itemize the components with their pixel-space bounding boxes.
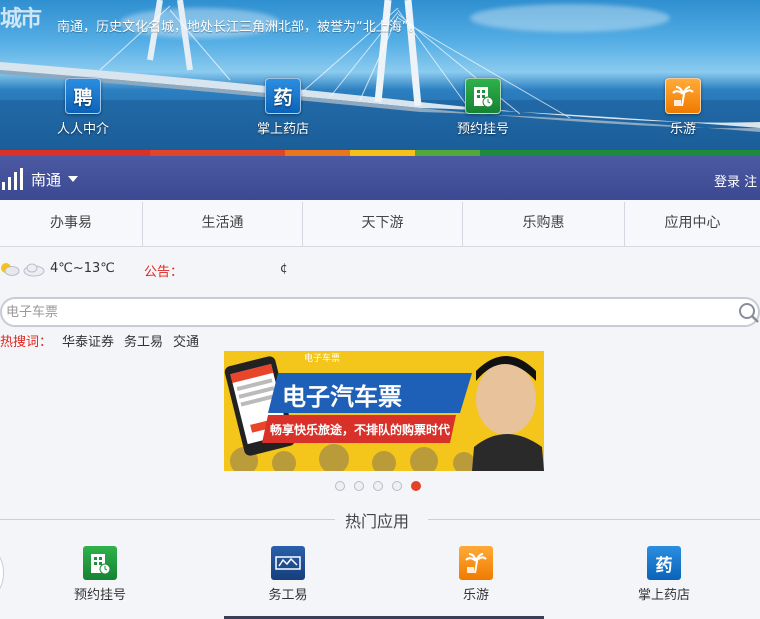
ren-agency-icon: 聘 [65,78,101,114]
hot-word[interactable]: 交通 [173,335,199,350]
travel-palm-icon [665,78,701,114]
hero-app-ren-agency[interactable]: 聘 人人中介 [33,78,133,137]
promo-banner[interactable]: 电子汽车票 畅享快乐旅途，不排队的购票时代 电子车票 [224,351,544,471]
cloudy-icon [23,263,45,277]
main-nav: 办事易 生活通 天下游 乐购惠 应用中心 [0,200,760,247]
app-label: 掌上药店 [637,588,690,603]
app-pharmacy[interactable]: 药 掌上药店 [609,546,719,603]
hero-app-label: 人人中介 [56,122,109,137]
city-selector[interactable]: 南通 [31,169,61,190]
hero-app-label: 掌上药店 [256,122,309,137]
login-link[interactable]: 登录 注 [714,171,757,190]
banner-phone-caption: 电子车票 [304,354,341,364]
carousel-dot[interactable] [373,481,383,491]
partly-cloudy-icon [1,263,20,276]
carousel-dot[interactable] [335,481,345,491]
app-label: 乐游 [462,588,489,603]
pharmacy-icon: 药 [647,546,681,580]
section-divider [428,519,760,520]
hot-word[interactable]: 务工易 [124,335,163,350]
side-handle[interactable] [0,553,4,593]
hero-app-label: 预约挂号 [456,122,509,137]
hero-app-travel[interactable]: 乐游 [633,78,733,137]
work-easy-icon [271,546,305,580]
carousel-dot[interactable] [354,481,364,491]
travel-palm-icon [459,546,493,580]
signal-icon [2,168,24,190]
search-input[interactable] [6,302,706,322]
notice-label: 公告： [144,265,184,280]
hot-word[interactable]: 华泰证券 [62,335,114,350]
app-label: 务工易 [268,588,308,603]
weather-bar: 4℃~13℃ 公告： ¢ [0,248,760,292]
nav-item-shenghuotong[interactable]: 生活通 [143,200,302,246]
city-description: 南通，历史文化名城，地处长江三角洲北部，被誉为“北上海”。 [57,20,422,35]
pharmacy-glyph: 药 [655,555,673,576]
hero-banner: 城市 南通，历史文化名城，地处长江三角洲北部，被誉为“北上海”。 聘 人人中介 … [0,0,760,150]
hospital-appointment-icon [83,546,117,580]
search-icon[interactable] [738,302,760,324]
app-work-easy[interactable]: 务工易 [233,546,343,603]
nav-item-legouhui[interactable]: 乐购惠 [463,200,624,246]
app-label: 预约挂号 [73,588,126,603]
hospital-appointment-icon [465,78,501,114]
banner-subtitle: 畅享快乐旅途，不排队的购票时代 [270,423,451,437]
city-bar: 南通 登录 注 [0,156,760,200]
app-travel[interactable]: 乐游 [421,546,531,603]
app-hospital-appointment[interactable]: 预约挂号 [45,546,155,603]
hero-app-pharmacy[interactable]: 药 掌上药店 [233,78,333,137]
hero-app-label: 乐游 [669,122,696,137]
pharmacy-icon: 药 [265,78,301,114]
hot-search-label: 热搜词： [0,335,53,350]
hot-apps-title: 热门应用 [345,512,410,531]
search-box [0,297,760,327]
temperature: 4℃~13℃ [50,261,115,276]
carousel-dot[interactable] [392,481,402,491]
banner-title: 电子汽车票 [282,383,402,411]
section-divider [0,519,335,520]
notice-ticker[interactable]: ¢ [280,261,288,275]
nav-item-app-center[interactable]: 应用中心 [625,200,760,246]
chevron-down-icon[interactable] [68,176,78,182]
hot-search: 热搜词： 华泰证券 务工易 交通 [0,331,199,350]
carousel-dot-active[interactable] [411,481,421,491]
hero-app-hospital-appointment[interactable]: 预约挂号 [433,78,533,137]
nav-item-banshiyi[interactable]: 办事易 [0,200,142,246]
city-logo: 城市 [0,6,42,32]
nav-item-tianxiayou[interactable]: 天下游 [303,200,462,246]
